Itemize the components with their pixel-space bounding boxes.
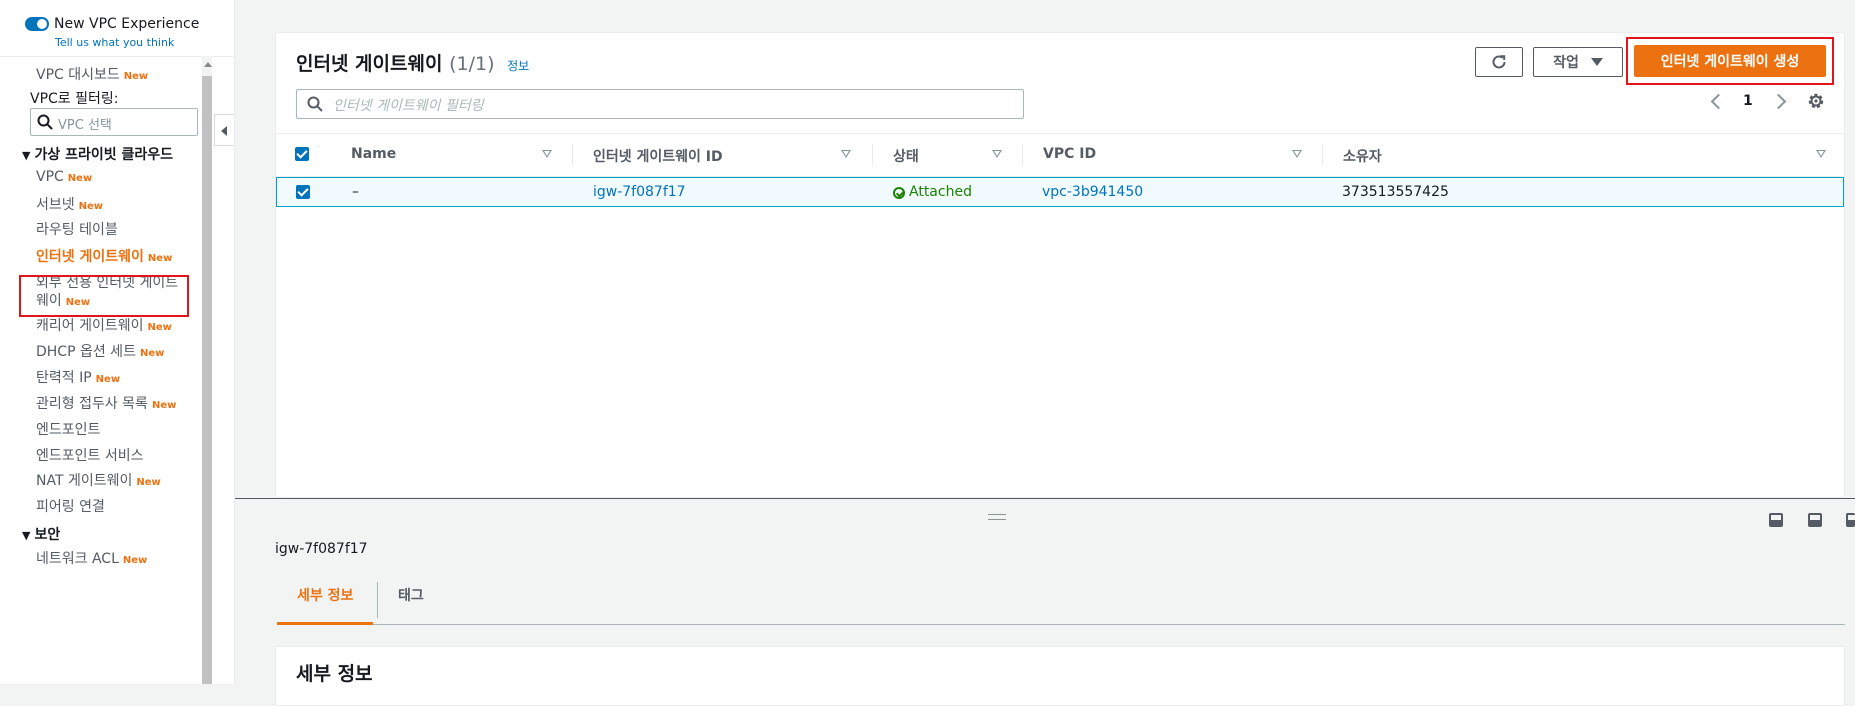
search-icon	[307, 96, 323, 112]
sidebar-item-internet-gateways[interactable]: 인터넷 게이트웨이 New	[36, 246, 172, 266]
feedback-link[interactable]: Tell us what you think	[55, 36, 174, 49]
refresh-icon	[1492, 55, 1506, 69]
cell-state: Attached	[893, 184, 972, 200]
sidebar-item-dhcp-options[interactable]: DHCP 옵션 세트 New	[36, 341, 164, 361]
cell-owner: 373513557425	[1342, 184, 1449, 200]
tab-details[interactable]: 세부 정보	[277, 580, 374, 625]
sidebar-item-label: VPC 대시보드	[36, 67, 120, 83]
sidebar-item-subnets[interactable]: 서브넷 New	[36, 194, 103, 214]
sidebar-item-endpoint-services[interactable]: 엔드포인트 서비스	[36, 445, 144, 465]
column-header-name[interactable]: Name	[351, 146, 396, 162]
scroll-up-arrow-icon[interactable]	[204, 62, 212, 67]
caret-down-icon: ▼	[22, 149, 31, 162]
section-security[interactable]: ▼ 보안	[22, 524, 60, 544]
next-page-icon[interactable]	[1770, 93, 1787, 110]
vpc-filter-select[interactable]: VPC 선택	[30, 108, 198, 136]
table-row[interactable]: – igw-7f087f17 Attached vpc-3b941450 373…	[276, 177, 1844, 207]
check-circle-icon	[893, 187, 905, 199]
column-divider[interactable]	[1022, 144, 1023, 166]
pagination: 1	[1703, 91, 1803, 115]
section-virtual-private-cloud[interactable]: ▼ 가상 프라이빗 클라우드	[22, 144, 173, 164]
column-header-igw-id[interactable]: 인터넷 게이트웨이 ID	[593, 146, 723, 166]
column-divider[interactable]	[872, 144, 873, 166]
column-divider[interactable]	[1322, 144, 1323, 166]
collapse-sidebar-button[interactable]	[214, 114, 234, 146]
column-header-owner[interactable]: 소유자	[1343, 146, 1382, 166]
sidebar-item-endpoints[interactable]: 엔드포인트	[36, 419, 100, 439]
filter-input[interactable]: 인터넷 게이트웨이 필터링	[296, 89, 1024, 119]
sort-icon[interactable]	[992, 150, 1002, 158]
cell-name: –	[352, 184, 359, 200]
tab-tags[interactable]: 태그	[378, 580, 444, 622]
select-all-checkbox[interactable]	[295, 147, 309, 161]
sort-icon[interactable]	[542, 150, 552, 158]
sidebar-item-peering[interactable]: 피어링 연결	[36, 496, 105, 516]
gear-icon[interactable]	[1806, 91, 1826, 111]
column-header-vpc-id[interactable]: VPC ID	[1043, 146, 1096, 162]
caret-down-icon: ▼	[22, 529, 31, 542]
sidebar-item-vpc-dashboard[interactable]: VPC 대시보드 New	[36, 64, 148, 84]
details-card: 세부 정보	[275, 646, 1845, 706]
selection-count: (1/1)	[449, 53, 495, 75]
filter-placeholder: 인터넷 게이트웨이 필터링	[333, 98, 484, 114]
sort-icon[interactable]	[1816, 150, 1826, 158]
page-title: 인터넷 게이트웨이 (1/1) 정보	[296, 53, 530, 75]
cell-vpc-id[interactable]: vpc-3b941450	[1042, 184, 1143, 200]
new-badge: New	[123, 71, 149, 82]
sidebar-item-route-tables[interactable]: 라우팅 테이블	[36, 219, 118, 239]
caret-down-icon	[1590, 58, 1603, 66]
sidebar: New VPC Experience Tell us what you thin…	[0, 0, 235, 684]
side-navigation: VPC 대시보드 New VPC로 필터링: VPC 선택 ▼ 가상 프라이빗 클라…	[0, 56, 200, 684]
layout-side-icon[interactable]	[1846, 513, 1855, 527]
split-panel-divider	[235, 498, 1855, 499]
detail-tabs: 세부 정보 태그	[277, 580, 1845, 625]
sidebar-scrollbar-thumb[interactable]	[202, 76, 212, 684]
details-heading: 세부 정보	[296, 663, 373, 685]
sidebar-item-elastic-ips[interactable]: 탄력적 IP New	[36, 367, 120, 387]
selected-resource-id: igw-7f087f17	[275, 541, 368, 557]
layout-bottom-icon[interactable]	[1769, 513, 1783, 527]
sidebar-item-vpc[interactable]: VPC New	[36, 169, 92, 185]
table-header: Name 인터넷 게이트웨이 ID 상태 VPC ID 소유자	[276, 133, 1844, 177]
vpc-experience-toggle[interactable]	[25, 17, 49, 31]
vpc-experience-title: New VPC Experience	[54, 16, 200, 32]
sort-icon[interactable]	[841, 150, 851, 158]
info-link[interactable]: 정보	[507, 59, 529, 73]
column-header-state[interactable]: 상태	[893, 146, 919, 166]
layout-bottom-alt-icon[interactable]	[1808, 513, 1822, 527]
cell-igw-id[interactable]: igw-7f087f17	[593, 184, 686, 200]
sidebar-item-carrier-gateways[interactable]: 캐리어 게이트웨이 New	[36, 315, 172, 335]
sidebar-item-network-acls[interactable]: 네트워크 ACL New	[36, 548, 147, 568]
refresh-button[interactable]	[1475, 47, 1523, 77]
current-page[interactable]: 1	[1743, 93, 1753, 109]
vpc-filter-label: VPC로 필터링:	[30, 91, 119, 107]
sidebar-item-prefix-lists[interactable]: 관리형 접두사 목록 New	[36, 393, 176, 413]
search-icon	[37, 114, 53, 130]
drag-handle-icon[interactable]	[988, 514, 1006, 520]
sidebar-item-nat-gateways[interactable]: NAT 게이트웨이 New	[36, 470, 161, 490]
active-item-highlight	[19, 275, 189, 317]
actions-dropdown-button[interactable]: 작업	[1533, 47, 1623, 77]
vpc-filter-placeholder: VPC 선택	[58, 118, 112, 133]
internet-gateways-panel: 인터넷 게이트웨이 (1/1) 정보 작업 인터넷 게이트웨이 생성 인터넷 게…	[275, 32, 1845, 498]
column-divider[interactable]	[572, 144, 573, 166]
previous-page-icon[interactable]	[1710, 93, 1727, 110]
row-checkbox[interactable]	[296, 185, 310, 199]
new-vpc-experience: New VPC Experience Tell us what you thin…	[0, 0, 234, 57]
create-internet-gateway-button[interactable]: 인터넷 게이트웨이 생성	[1634, 45, 1826, 77]
sort-icon[interactable]	[1292, 150, 1302, 158]
